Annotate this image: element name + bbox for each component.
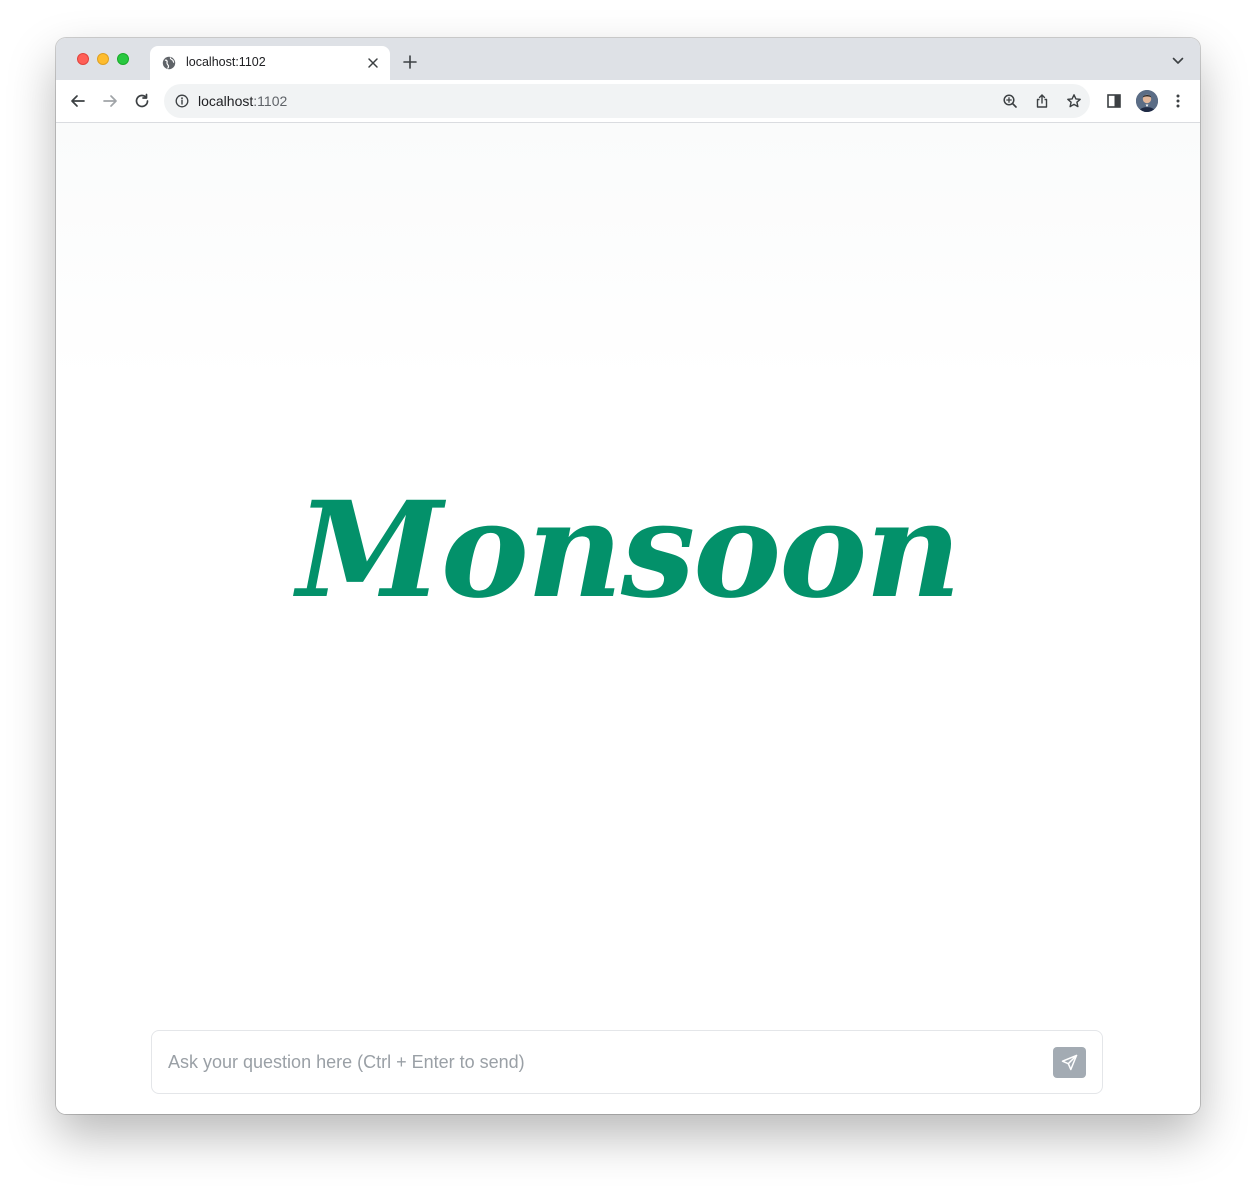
maximize-window-button[interactable] — [117, 53, 129, 65]
chat-bar — [151, 1030, 1103, 1094]
chevron-down-icon[interactable] — [1172, 57, 1184, 65]
reload-icon[interactable] — [133, 92, 151, 110]
browser-window: localhost:1102 localhost:1102 Monsoon As… — [56, 38, 1200, 1114]
info-icon[interactable] — [175, 94, 189, 108]
share-icon[interactable] — [1034, 93, 1050, 109]
address-port: :1102 — [253, 93, 288, 109]
avatar[interactable] — [1136, 90, 1158, 112]
address-url: localhost:1102 — [198, 93, 287, 109]
side-panel-icon[interactable] — [1105, 92, 1123, 110]
close-icon[interactable] — [366, 56, 380, 70]
minimize-window-button[interactable] — [97, 53, 109, 65]
tab-title: localhost:1102 — [186, 55, 266, 69]
arrow-right-icon[interactable] — [101, 92, 119, 110]
plus-icon[interactable] — [403, 55, 417, 69]
star-icon[interactable] — [1066, 93, 1082, 109]
question-input[interactable] — [168, 1031, 1048, 1093]
profile-icon — [1136, 90, 1158, 112]
app-logo: Monsoon — [296, 473, 962, 628]
zoom-icon[interactable] — [1002, 93, 1018, 109]
send-icon — [1061, 1054, 1078, 1071]
globe-icon — [162, 56, 176, 70]
tab-strip: localhost:1102 — [56, 38, 1200, 80]
arrow-left-icon[interactable] — [69, 92, 87, 110]
kebab-menu-icon[interactable] — [1169, 92, 1187, 110]
active-tab[interactable]: localhost:1102 — [150, 46, 390, 80]
close-window-button[interactable] — [77, 53, 89, 65]
browser-toolbar: localhost:1102 — [56, 80, 1200, 123]
address-host: localhost — [198, 93, 254, 109]
page-content: Monsoon — [56, 123, 1200, 1114]
address-bar[interactable]: localhost:1102 — [164, 84, 1090, 118]
send-button[interactable] — [1053, 1047, 1086, 1078]
